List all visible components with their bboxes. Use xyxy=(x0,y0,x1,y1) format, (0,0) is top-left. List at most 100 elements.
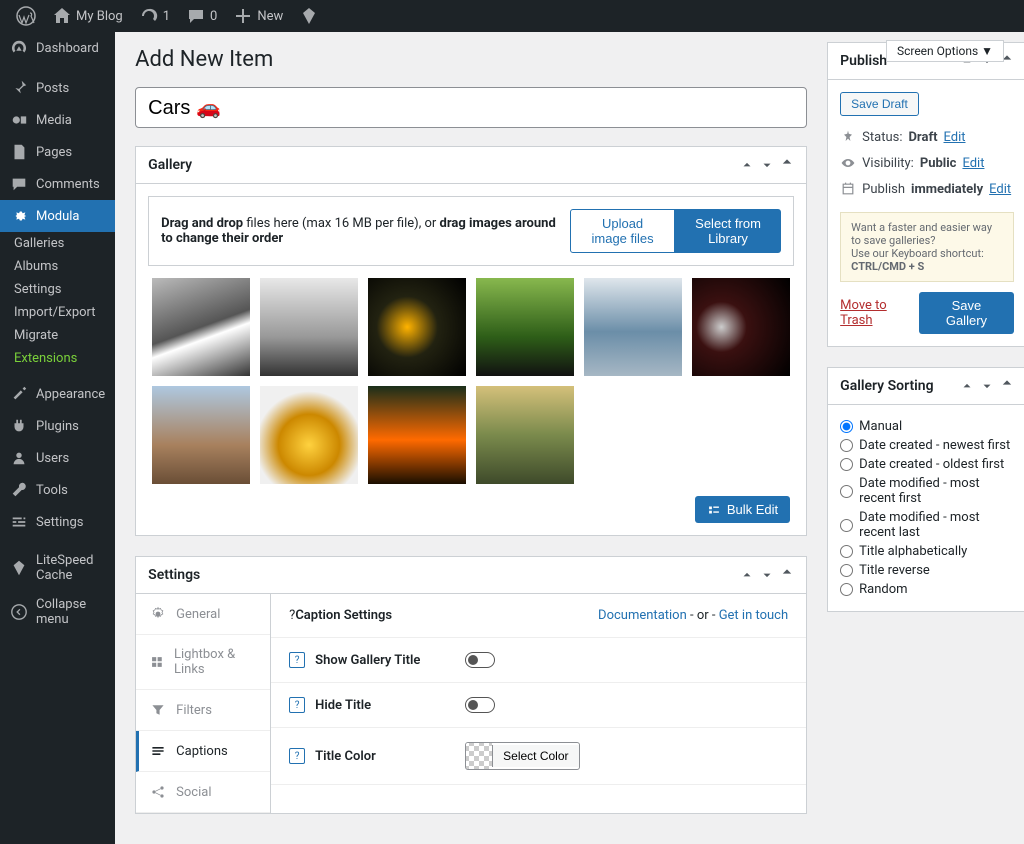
eye-icon xyxy=(840,155,856,171)
litespeed-icon xyxy=(10,559,28,577)
chevron-down-icon[interactable] xyxy=(760,158,774,172)
show-gallery-title-label: Show Gallery Title xyxy=(315,653,465,668)
sidebar-item-users[interactable]: Users xyxy=(0,442,115,474)
gallery-title-input[interactable] xyxy=(135,87,807,128)
gear-icon xyxy=(150,606,166,622)
sorting-panel-title: Gallery Sorting xyxy=(840,378,933,394)
gallery-image[interactable] xyxy=(584,278,682,376)
sort-title-alpha[interactable]: Title alphabetically xyxy=(840,542,1014,561)
toggle-icon[interactable] xyxy=(780,158,794,172)
comment-icon xyxy=(186,6,206,26)
screen-options-toggle[interactable]: Screen Options ▼ xyxy=(886,40,1004,62)
tab-general[interactable]: General xyxy=(136,594,270,635)
sidebar-item-settings[interactable]: Settings xyxy=(0,506,115,538)
caption-icon xyxy=(150,743,166,759)
pin-icon xyxy=(10,79,28,97)
comments-link[interactable]: 0 xyxy=(178,6,225,26)
edit-publish-link[interactable]: Edit xyxy=(989,182,1011,197)
gallery-image[interactable] xyxy=(368,386,466,484)
select-color-button[interactable]: Select Color xyxy=(492,745,578,767)
sidebar-collapse[interactable]: Collapse menu xyxy=(0,590,115,634)
tab-lightbox[interactable]: Lightbox & Links xyxy=(136,635,270,690)
chevron-down-icon[interactable] xyxy=(760,568,774,582)
sidebar-item-appearance[interactable]: Appearance xyxy=(0,378,115,410)
save-gallery-button[interactable]: Save Gallery xyxy=(919,292,1014,334)
gallery-image[interactable] xyxy=(152,278,250,376)
collapse-icon xyxy=(10,603,28,621)
wp-logo[interactable] xyxy=(8,6,44,26)
hide-title-label: Hide Title xyxy=(315,698,465,713)
litespeed-toolbar[interactable] xyxy=(291,6,327,26)
sidebar-item-dashboard[interactable]: Dashboard xyxy=(0,32,115,64)
chevron-up-icon[interactable] xyxy=(960,379,974,393)
updates-count: 1 xyxy=(163,9,170,24)
user-icon xyxy=(10,449,28,467)
show-gallery-title-toggle[interactable] xyxy=(465,652,495,668)
new-link[interactable]: New xyxy=(225,6,291,26)
sort-newest[interactable]: Date created - newest first xyxy=(840,436,1014,455)
sidebar-item-comments[interactable]: Comments xyxy=(0,168,115,200)
save-draft-button[interactable]: Save Draft xyxy=(840,92,919,116)
settings-tabs: General Lightbox & Links Filters Caption… xyxy=(136,594,271,813)
sort-mod-first[interactable]: Date modified - most recent first xyxy=(840,474,1014,508)
sidebar-sub-albums[interactable]: Albums xyxy=(0,255,115,278)
chevron-up-icon[interactable] xyxy=(740,158,754,172)
sidebar-item-posts[interactable]: Posts xyxy=(0,72,115,104)
help-icon[interactable]: ? xyxy=(289,697,305,713)
sidebar-sub-extensions[interactable]: Extensions xyxy=(0,347,115,370)
tab-captions[interactable]: Captions xyxy=(136,731,270,772)
media-icon xyxy=(10,111,28,129)
gallery-image[interactable] xyxy=(476,386,574,484)
litespeed-icon xyxy=(299,6,319,26)
sort-mod-last[interactable]: Date modified - most recent last xyxy=(840,508,1014,542)
gallery-image[interactable] xyxy=(260,386,358,484)
hide-title-toggle[interactable] xyxy=(465,697,495,713)
wrench-icon xyxy=(10,481,28,499)
site-name-link[interactable]: My Blog xyxy=(44,6,131,26)
pin-icon xyxy=(840,129,856,145)
sidebar-sub-galleries[interactable]: Galleries xyxy=(0,232,115,255)
grid-icon xyxy=(150,654,164,670)
gallery-image[interactable] xyxy=(368,278,466,376)
status-row: Status: Draft Edit xyxy=(840,124,1014,150)
edit-status-link[interactable]: Edit xyxy=(944,130,966,145)
sort-random[interactable]: Random xyxy=(840,580,1014,599)
sidebar-sub-migrate[interactable]: Migrate xyxy=(0,324,115,347)
help-icon[interactable]: ? xyxy=(289,652,305,668)
toggle-icon[interactable] xyxy=(1000,379,1014,393)
chevron-down-icon[interactable] xyxy=(980,379,994,393)
tab-social[interactable]: Social xyxy=(136,772,270,813)
sidebar-item-media[interactable]: Media xyxy=(0,104,115,136)
get-in-touch-link[interactable]: Get in touch xyxy=(719,608,788,623)
sidebar-item-litespeed[interactable]: LiteSpeed Cache xyxy=(0,546,115,590)
bulk-edit-button[interactable]: Bulk Edit xyxy=(695,496,790,523)
sidebar-item-tools[interactable]: Tools xyxy=(0,474,115,506)
upload-image-files-button[interactable]: Upload image files xyxy=(570,209,675,253)
documentation-link[interactable]: Documentation xyxy=(598,608,687,623)
gallery-image[interactable] xyxy=(260,278,358,376)
sidebar-sub-import[interactable]: Import/Export xyxy=(0,301,115,324)
toggle-icon[interactable] xyxy=(780,568,794,582)
gallery-thumbnails xyxy=(148,278,794,484)
gallery-image[interactable] xyxy=(692,278,790,376)
sidebar-item-plugins[interactable]: Plugins xyxy=(0,410,115,442)
tab-filters[interactable]: Filters xyxy=(136,690,270,731)
gallery-image[interactable] xyxy=(476,278,574,376)
update-icon xyxy=(139,6,159,26)
sort-manual[interactable]: Manual xyxy=(840,417,1014,436)
edit-visibility-link[interactable]: Edit xyxy=(962,156,984,171)
updates-link[interactable]: 1 xyxy=(131,6,178,26)
home-icon xyxy=(52,6,72,26)
move-to-trash-link[interactable]: Move to Trash xyxy=(840,298,919,328)
select-from-library-button[interactable]: Select from Library xyxy=(675,209,781,253)
sidebar-item-pages[interactable]: Pages xyxy=(0,136,115,168)
comment-icon xyxy=(10,175,28,193)
help-icon[interactable]: ? xyxy=(289,748,305,764)
chevron-up-icon[interactable] xyxy=(740,568,754,582)
sidebar-sub-settings[interactable]: Settings xyxy=(0,278,115,301)
sort-oldest[interactable]: Date created - oldest first xyxy=(840,455,1014,474)
caption-settings-header: Caption Settings xyxy=(295,608,392,623)
sidebar-item-modula[interactable]: Modula xyxy=(0,200,115,232)
gallery-image[interactable] xyxy=(152,386,250,484)
sort-title-rev[interactable]: Title reverse xyxy=(840,561,1014,580)
